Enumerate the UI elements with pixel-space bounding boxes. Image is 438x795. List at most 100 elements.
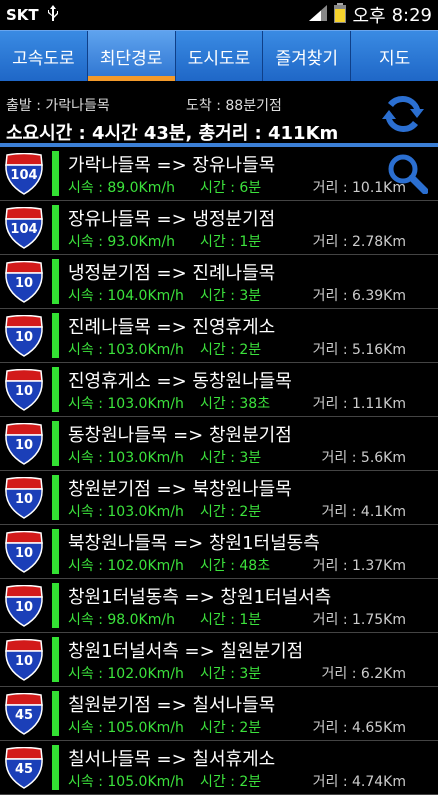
destination-label: 도착 : 88분기점 (186, 98, 282, 114)
route-distance: 거리 : 5.6Km (321, 450, 406, 466)
road-number: 104 (10, 168, 38, 183)
route-title: 창원분기점 => 북창원나들목 (68, 479, 292, 500)
status-bar-indicator (52, 529, 59, 574)
clock-time: 8:29 (391, 4, 432, 26)
battery-icon (334, 2, 347, 28)
route-title: 가락나들목 => 장유나들목 (68, 155, 276, 176)
route-title: 동창원나들목 => 창원분기점 (68, 425, 292, 446)
route-title: 장유나들목 => 냉정분기점 (68, 209, 276, 230)
route-item[interactable]: 10 창원분기점 => 북창원나들목시속 : 103.0Km/h 시간 : 2분 거리… (0, 471, 438, 525)
route-distance: 거리 : 1.11Km (312, 396, 406, 412)
road-number: 45 (14, 762, 34, 777)
route-time: 시간 : 3분 (200, 288, 262, 304)
route-item[interactable]: 10 창원1터널동측 => 창원1터널서측시속 : 98.0Km/h 시간 : 1분… (0, 579, 438, 633)
route-speed: 시속 : 102.0Km/h (68, 666, 184, 682)
road-number: 10 (14, 276, 34, 291)
route-speed: 시속 : 104.0Km/h (68, 288, 184, 304)
route-speed: 시속 : 93.0Km/h (68, 234, 175, 250)
route-item[interactable]: 10 냉정분기점 => 진례나들목시속 : 104.0Km/h 시간 : 3분 거리 … (0, 255, 438, 309)
status-bar-indicator (52, 745, 59, 790)
route-item[interactable]: 10 창원1터널서측 => 칠원분기점시속 : 102.0Km/h 시간 : 3분 거… (0, 633, 438, 687)
route-time: 시간 : 2분 (200, 504, 262, 520)
route-distance: 거리 : 5.16Km (312, 342, 406, 358)
route-distance: 거리 : 4.1Km (321, 504, 406, 520)
route-speed: 시속 : 103.0Km/h (68, 450, 184, 466)
route-distance: 거리 : 2.78Km (312, 234, 406, 250)
route-title: 진례나들목 => 진영휴게소 (68, 317, 276, 338)
route-item[interactable]: 104 장유나들목 => 냉정분기점시속 : 93.0Km/h 시간 : 1분 거리 … (0, 201, 438, 255)
road-number: 10 (14, 546, 34, 561)
route-item[interactable]: 10 북창원나들목 => 창원1터널동측시속 : 102.0Km/h 시간 : 48… (0, 525, 438, 579)
road-number: 10 (14, 384, 34, 399)
route-item[interactable]: 104 가락나들목 => 장유나들목 시속 : 89.0Km/h 시간 : 6분 거리 … (0, 147, 438, 201)
status-bar-indicator (52, 151, 59, 196)
route-distance: 거리 : 6.39Km (312, 288, 406, 304)
route-time: 시간 : 3분 (200, 666, 262, 682)
route-time: 시간 : 1분 (200, 234, 262, 250)
route-title: 진영휴게소 => 동창원나들목 (68, 371, 292, 392)
route-time: 시간 : 48초 (200, 558, 271, 574)
route-distance: 거리 : 1.37Km (312, 558, 406, 574)
route-title: 창원1터널서측 => 칠원분기점 (68, 641, 304, 662)
clock-ampm: 오후 (352, 6, 386, 27)
route-title: 칠원분기점 => 칠서나들목 (68, 695, 276, 716)
status-bar-indicator (52, 583, 59, 628)
road-number: 10 (14, 600, 34, 615)
tab-highway[interactable]: 고속도로 (0, 31, 88, 81)
road-number: 10 (14, 654, 34, 669)
route-speed: 시속 : 102.0Km/h (68, 558, 184, 574)
tab-map[interactable]: 지도 (351, 31, 438, 81)
route-time: 시간 : 1분 (200, 612, 262, 628)
refresh-icon[interactable] (380, 91, 426, 137)
status-bar-indicator (52, 367, 59, 412)
status-bar: SKT 오후 8:29 (0, 0, 438, 30)
route-time: 시간 : 6분 (200, 180, 262, 196)
status-bar-indicator (52, 637, 59, 682)
road-number: 10 (14, 438, 34, 453)
tab-city-road[interactable]: 도시도로 (176, 31, 264, 81)
route-summary: 출발 : 가락나들목 도착 : 88분기점 소요시간 : 4시간 43분, 총거… (0, 81, 438, 144)
road-number: 10 (14, 492, 34, 507)
signal-icon (308, 4, 328, 27)
route-speed: 시속 : 103.0Km/h (68, 504, 184, 520)
route-list: 104 가락나들목 => 장유나들목시속 : 89.0Km/h 시간 : 6분거리 … (0, 147, 438, 795)
route-speed: 시속 : 103.0Km/h (68, 342, 184, 358)
carrier-label: SKT (6, 6, 39, 24)
route-item[interactable]: 10 동창원나들목 => 창원분기점시속 : 103.0Km/h 시간 : 3분 거리… (0, 417, 438, 471)
route-title: 창원1터널동측 => 창원1터널서측 (68, 587, 332, 608)
route-item[interactable]: 10 진영휴게소 => 동창원나들목시속 : 103.0Km/h 시간 : 38초 거… (0, 363, 438, 417)
route-time: 시간 : 2분 (200, 774, 262, 790)
route-time: 시간 : 3분 (200, 450, 262, 466)
total-summary: 소요시간 : 4시간 43분, 총거리 : 411Km (6, 123, 339, 144)
route-time: 시간 : 2분 (200, 720, 262, 736)
route-time: 시간 : 2분 (200, 342, 262, 358)
road-number: 104 (10, 222, 38, 237)
road-number: 45 (14, 708, 34, 723)
route-title: 냉정분기점 => 진례나들목 (68, 263, 276, 284)
route-speed: 시속 : 98.0Km/h (68, 612, 175, 628)
route-speed: 시속 : 105.0Km/h (68, 774, 184, 790)
route-distance: 거리 : 1.75Km (312, 612, 406, 628)
tab-favorites[interactable]: 즐겨찾기 (263, 31, 352, 81)
route-title: 북창원나들목 => 창원1터널동측 (68, 533, 320, 554)
route-item[interactable]: 10 진례나들목 => 진영휴게소시속 : 103.0Km/h 시간 : 2분 거리 … (0, 309, 438, 363)
route-title: 칠서나들목 => 칠서휴게소 (68, 749, 276, 770)
tab-shortest-route[interactable]: 최단경로 (87, 31, 176, 81)
status-bar-indicator (52, 691, 59, 736)
route-speed: 시속 : 103.0Km/h (68, 396, 184, 412)
route-speed: 시속 : 89.0Km/h (68, 180, 175, 196)
status-bar-indicator (52, 475, 59, 520)
search-icon[interactable] (386, 152, 428, 194)
route-item[interactable]: 45 칠서나들목 => 칠서휴게소시속 : 105.0Km/h 시간 : 2분 거리 … (0, 741, 438, 795)
usb-icon (47, 5, 59, 25)
road-number: 10 (14, 330, 34, 345)
status-bar-indicator (52, 421, 59, 466)
route-time: 시간 : 38초 (200, 396, 271, 412)
route-distance: 거리 : 6.2Km (321, 666, 406, 682)
status-bar-indicator (52, 259, 59, 304)
route-distance: 거리 : 4.65Km (312, 720, 406, 736)
origin-label: 출발 : 가락나들목 (6, 98, 110, 114)
route-distance: 거리 : 4.74Km (312, 774, 406, 790)
route-item[interactable]: 45 칠원분기점 => 칠서나들목시속 : 105.0Km/h 시간 : 2분 거리 … (0, 687, 438, 741)
route-speed: 시속 : 105.0Km/h (68, 720, 184, 736)
